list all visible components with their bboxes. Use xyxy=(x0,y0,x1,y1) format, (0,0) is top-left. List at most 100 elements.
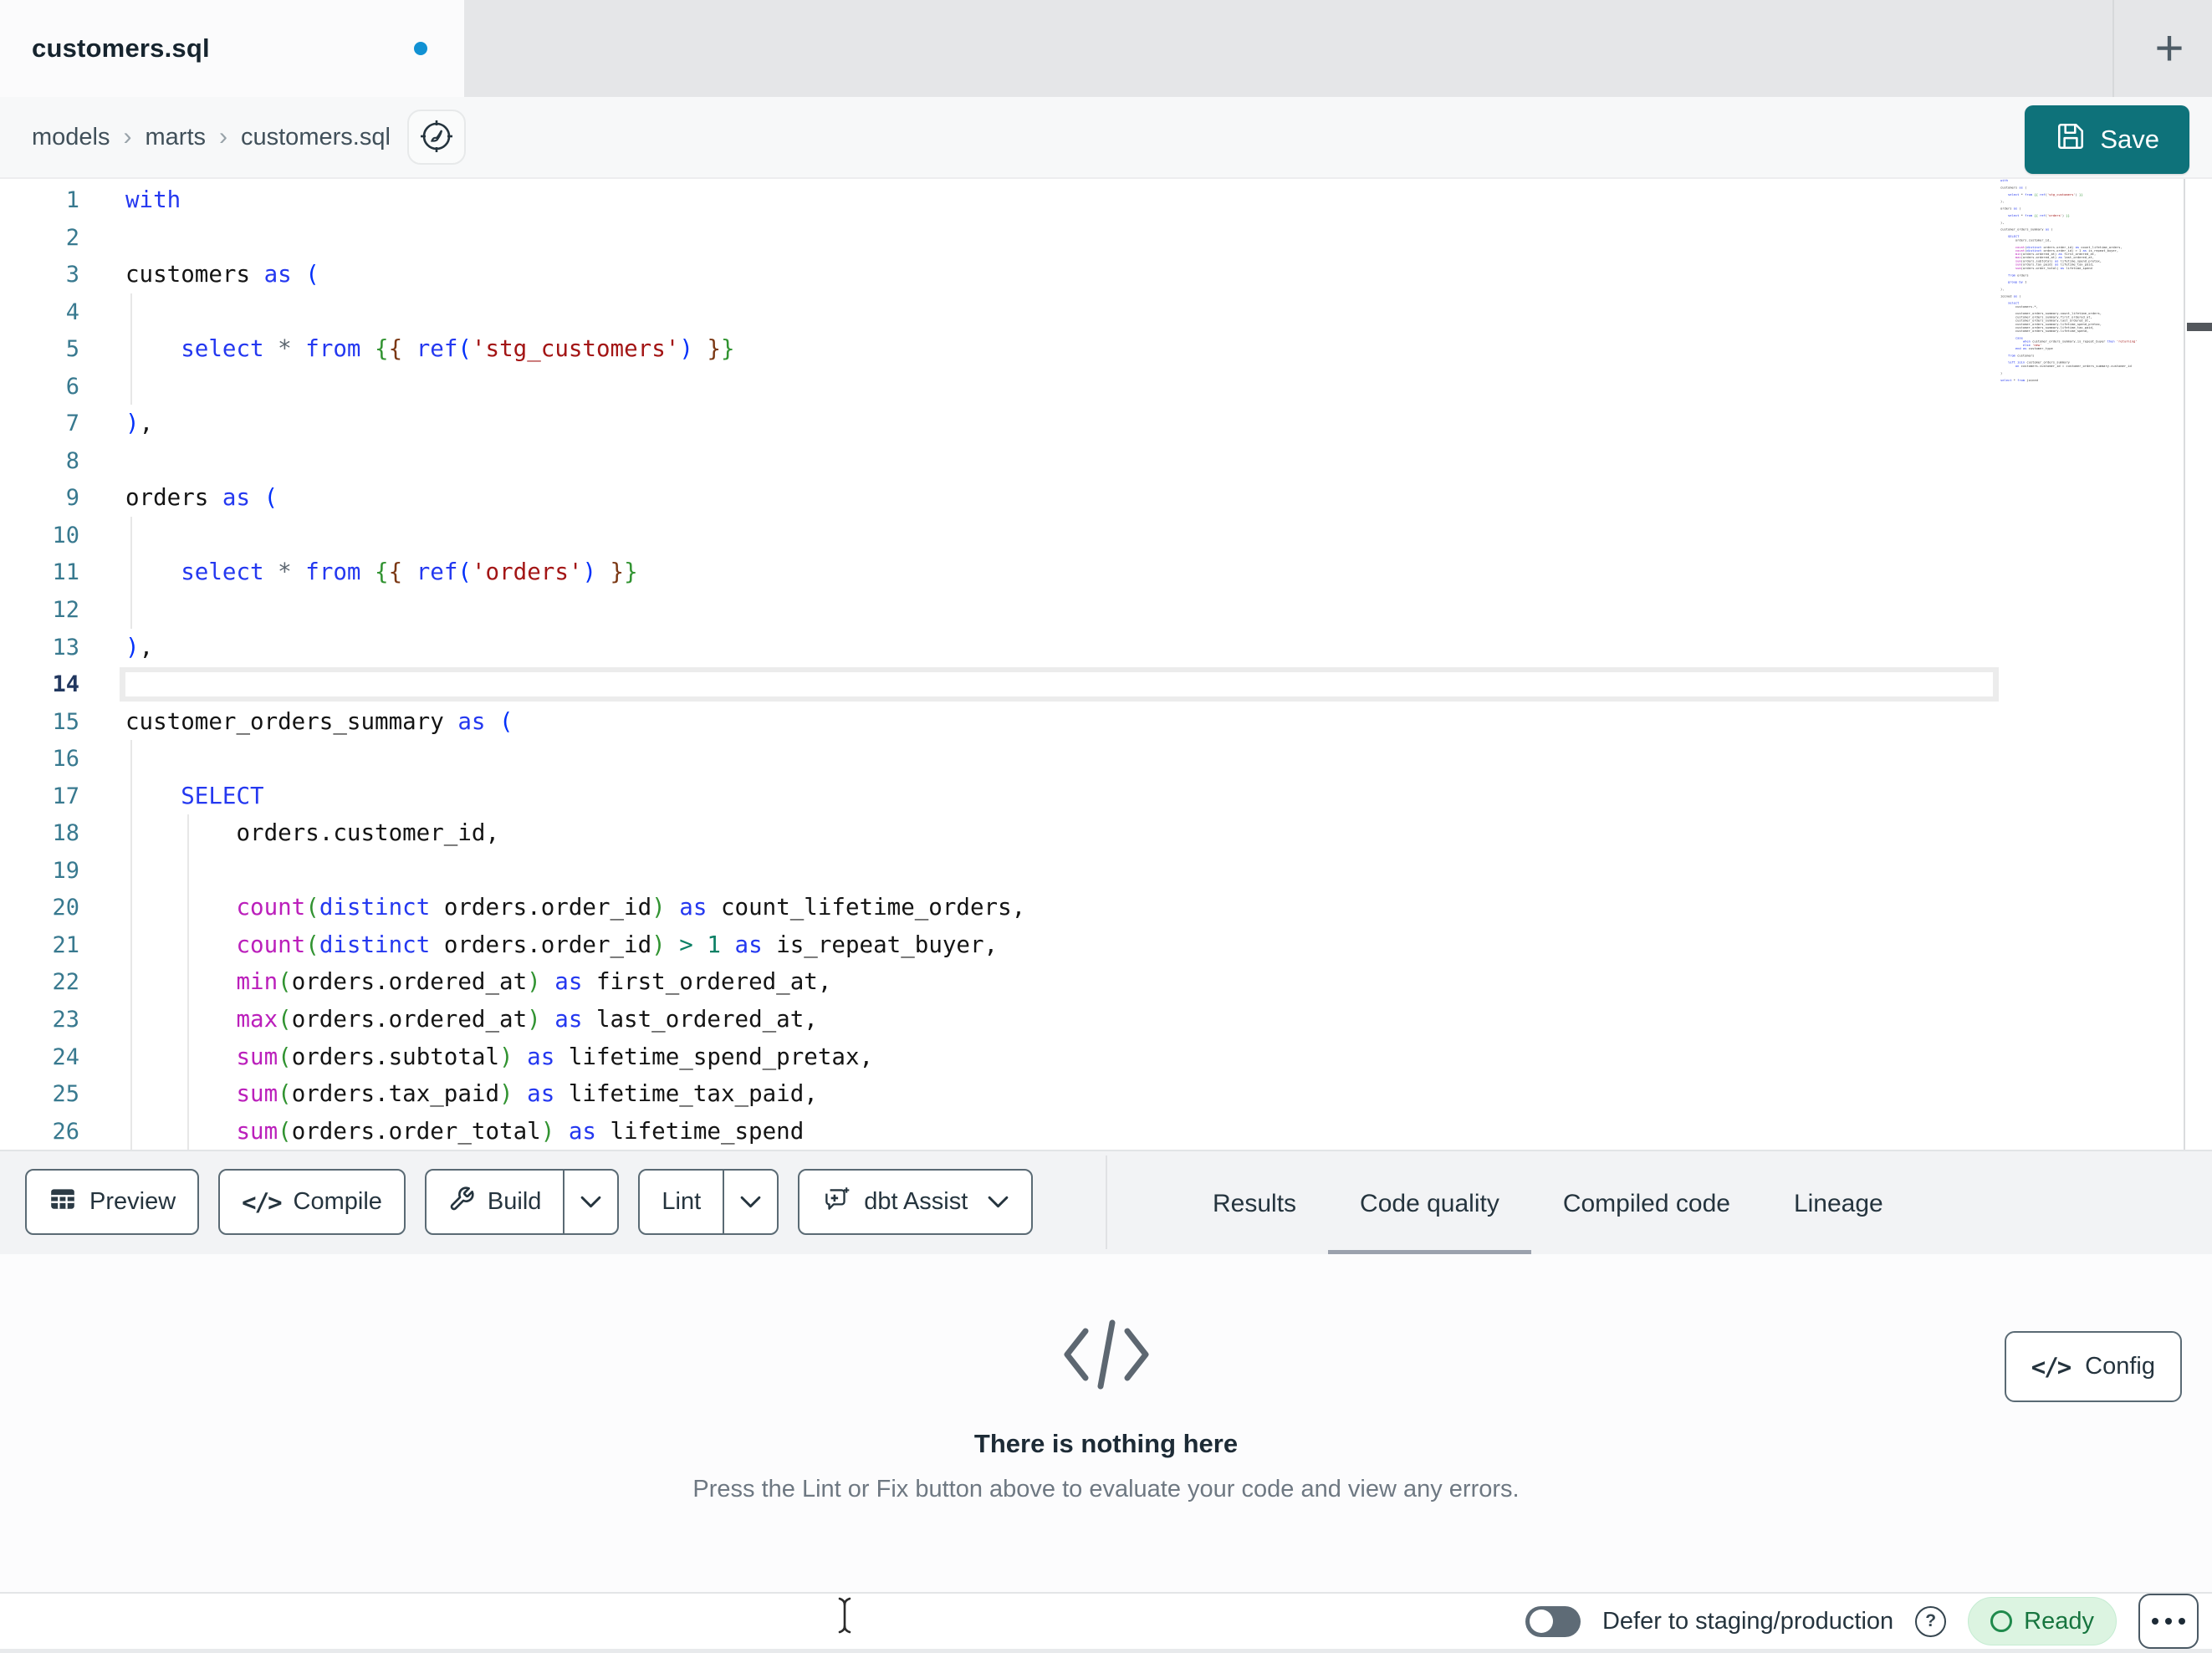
breadcrumb-separator-icon: › xyxy=(123,123,132,151)
indent-guide xyxy=(130,851,132,890)
code-text: select * from {{ ref('stg_customers') }} xyxy=(181,335,735,363)
code-text: count(distinct orders.order_id) as count… xyxy=(236,894,1026,921)
indent-guide xyxy=(130,293,132,331)
code-text: sum(orders.tax_paid) as lifetime_tax_pai… xyxy=(236,1080,818,1108)
line-number: 14 xyxy=(52,671,79,698)
tabbar-divider xyxy=(2112,0,2114,97)
code-line-16[interactable]: 16 xyxy=(0,740,1999,778)
code-line-17[interactable]: 17 SELECT xyxy=(0,777,1999,815)
code-line-26[interactable]: 26 sum(orders.order_total) as lifetime_s… xyxy=(0,1112,1999,1150)
help-icon[interactable]: ? xyxy=(1915,1605,1947,1637)
defer-toggle[interactable] xyxy=(1525,1605,1581,1637)
preview-button-label: Preview xyxy=(89,1188,176,1215)
panel-tabs: Results Code quality Compiled code Linea… xyxy=(1181,1151,1915,1256)
code-line-3[interactable]: 3 customers as ( xyxy=(0,256,1999,293)
line-number: 2 xyxy=(65,224,79,251)
file-tab-title: customers.sql xyxy=(32,33,210,63)
save-button[interactable]: Save xyxy=(2025,105,2189,174)
code-line-22[interactable]: 22 min(orders.ordered_at) as first_order… xyxy=(0,963,1999,1002)
tab-compiled-code[interactable]: Compiled code xyxy=(1531,1151,1762,1256)
line-number: 17 xyxy=(52,783,79,809)
code-line-21[interactable]: 21 count(distinct orders.order_id) > 1 a… xyxy=(0,926,1999,964)
line-number: 9 xyxy=(65,485,79,512)
editor-action-bar: Preview </> Compile Build Lint dbt Assis… xyxy=(0,1150,2212,1256)
tab-results[interactable]: Results xyxy=(1181,1151,1328,1256)
code-text: count(distinct orders.order_id) > 1 as i… xyxy=(236,931,999,958)
text-cursor-pointer xyxy=(835,1595,855,1640)
tab-code-quality[interactable]: Code quality xyxy=(1328,1151,1531,1256)
code-line-18[interactable]: 18 orders.customer_id, xyxy=(0,814,1999,852)
dbt-assist-button[interactable]: dbt Assist xyxy=(798,1169,1034,1235)
code-line-1[interactable]: 1 with xyxy=(0,181,1999,219)
config-button-label: Config xyxy=(2085,1353,2155,1380)
code-line-14[interactable]: 14 xyxy=(0,666,1999,703)
line-number: 7 xyxy=(65,411,79,437)
lint-button[interactable]: Lint xyxy=(640,1171,723,1233)
breadcrumb-marts[interactable]: marts xyxy=(146,124,207,151)
code-text: customers as ( xyxy=(125,261,319,288)
editor-scrollbar-track[interactable] xyxy=(2184,179,2212,1150)
code-line-10[interactable]: 10 xyxy=(0,516,1999,554)
code-text: max(orders.ordered_at) as last_ordered_a… xyxy=(236,1006,818,1033)
editor-minimap[interactable]: with customers as ( select * from {{ ref… xyxy=(2000,179,2181,580)
code-line-19[interactable]: 19 xyxy=(0,851,1999,890)
code-line-2[interactable]: 2 xyxy=(0,219,1999,257)
chevron-down-icon xyxy=(987,1188,1009,1216)
lint-dropdown-button[interactable] xyxy=(723,1171,777,1233)
compile-button[interactable]: </> Compile xyxy=(218,1169,406,1235)
line-number: 10 xyxy=(52,522,79,548)
code-text: sum(orders.order_total) as lifetime_spen… xyxy=(236,1117,805,1145)
empty-state: There is nothing here Press the Lint or … xyxy=(0,1316,2212,1503)
code-brackets-icon: </> xyxy=(2031,1352,2072,1381)
code-text: ), xyxy=(125,410,154,437)
config-button[interactable]: </> Config xyxy=(2004,1331,2182,1402)
code-line-7[interactable]: 7), xyxy=(0,405,1999,442)
code-line-4[interactable]: 4 xyxy=(0,293,1999,331)
code-line-11[interactable]: 11 select * from {{ ref('orders') }} xyxy=(0,554,1999,592)
code-line-9[interactable]: 9 orders as ( xyxy=(0,479,1999,517)
lint-button-label: Lint xyxy=(662,1188,702,1215)
code-line-23[interactable]: 23 max(orders.ordered_at) as last_ordere… xyxy=(0,1001,1999,1038)
new-tab-button[interactable]: + xyxy=(2134,13,2204,84)
indent-guide xyxy=(130,516,132,554)
code-line-20[interactable]: 20 count(distinct orders.order_id) as co… xyxy=(0,889,1999,926)
assist-chat-sparkle-icon xyxy=(821,1184,851,1221)
line-number: 6 xyxy=(65,373,79,400)
ellipsis-icon xyxy=(2179,1618,2185,1625)
defer-label: Defer to staging/production xyxy=(1602,1607,1894,1635)
more-options-button[interactable] xyxy=(2138,1594,2199,1649)
editor-action-buttons: Preview </> Compile Build Lint dbt Assis… xyxy=(25,1169,1034,1235)
code-line-5[interactable]: 5 select * from {{ ref('stg_customers') … xyxy=(0,330,1999,368)
code-text: sum(orders.subtotal) as lifetime_spend_p… xyxy=(236,1043,874,1070)
code-brackets-icon: </> xyxy=(242,1187,282,1217)
dbt-assist-label: dbt Assist xyxy=(864,1188,968,1215)
lineage-navigate-button[interactable] xyxy=(406,110,466,165)
code-text: SELECT xyxy=(181,782,264,809)
build-button[interactable]: Build xyxy=(427,1171,564,1233)
build-split-button: Build xyxy=(424,1169,620,1235)
code-line-25[interactable]: 25 sum(orders.tax_paid) as lifetime_tax_… xyxy=(0,1075,1999,1113)
code-line-12[interactable]: 12 xyxy=(0,591,1999,629)
chevron-down-icon xyxy=(739,1188,762,1216)
code-text: select * from {{ ref('orders') }} xyxy=(181,559,638,586)
code-line-13[interactable]: 13), xyxy=(0,629,1999,666)
code-quality-panel: There is nothing here Press the Lint or … xyxy=(0,1254,2212,1592)
compass-icon xyxy=(417,117,456,158)
code-editor[interactable]: 1 with 2 3 customers as (4 5 select * from {{… xyxy=(0,179,2212,1150)
code-line-15[interactable]: 15 customer_orders_summary as ( xyxy=(0,703,1999,741)
code-line-24[interactable]: 24 sum(orders.subtotal) as lifetime_spen… xyxy=(0,1038,1999,1076)
file-tab-customers-sql[interactable]: customers.sql xyxy=(0,0,464,97)
tab-lineage[interactable]: Lineage xyxy=(1762,1151,1915,1256)
editor-scrollbar-thumb[interactable] xyxy=(2187,323,2212,331)
line-number: 23 xyxy=(52,1007,79,1033)
chevron-down-icon xyxy=(580,1188,602,1216)
breadcrumb-models[interactable]: models xyxy=(32,124,110,151)
preview-button[interactable]: Preview xyxy=(25,1169,200,1235)
code-line-6[interactable]: 6 xyxy=(0,367,1999,406)
breadcrumb-file[interactable]: customers.sql xyxy=(241,124,391,151)
code-text: orders.customer_id, xyxy=(125,819,500,847)
code-line-8[interactable]: 8 xyxy=(0,442,1999,480)
indent-guide xyxy=(130,591,132,629)
build-dropdown-button[interactable] xyxy=(563,1171,617,1233)
line-number: 4 xyxy=(65,298,79,325)
